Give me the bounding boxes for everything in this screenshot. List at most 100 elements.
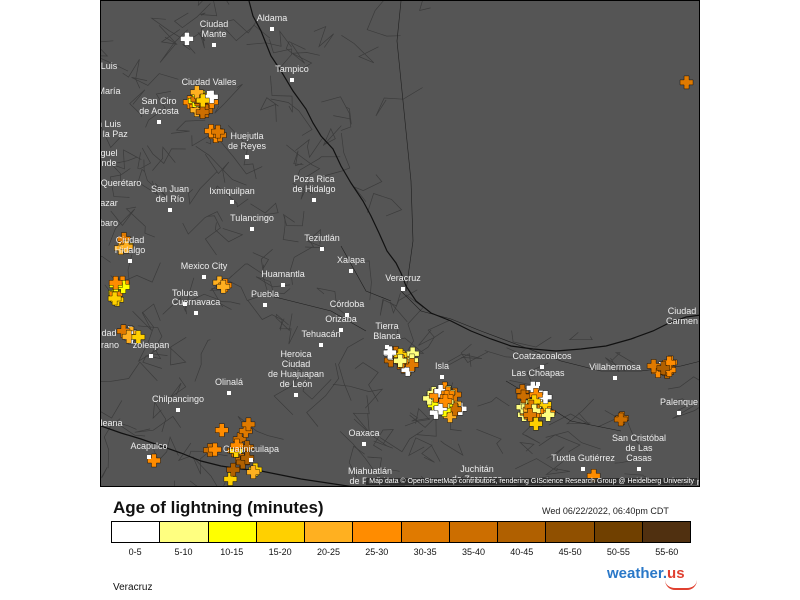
border-segment [191, 134, 212, 147]
border-segment [252, 249, 273, 271]
border-segment [333, 106, 352, 125]
border-segment [171, 119, 206, 134]
border-segment [322, 125, 342, 146]
city-label-orizaba: Orizaba [325, 314, 357, 324]
city-marker-poza-rica [312, 198, 316, 202]
border-segment [295, 137, 323, 159]
legend-swatch [160, 522, 209, 542]
border-segment [192, 456, 230, 486]
city-marker-tulancingo [250, 227, 254, 231]
legend-label: 5-10 [174, 547, 193, 557]
logo-text-main: weather. [607, 565, 668, 582]
city-label-villahermosa: Villahermosa [589, 362, 641, 372]
city-marker-huamantla [281, 283, 285, 287]
city-label-tierra-blanca: Tierra Blanca [373, 321, 401, 341]
lightning-strike [215, 423, 229, 437]
city-marker-tehuacan [319, 343, 323, 347]
border-segment [189, 480, 198, 486]
city-marker-tuxtla [581, 467, 585, 471]
city-label-ciudad-mante: Ciudad Mante [199, 19, 229, 39]
border-segment [101, 255, 111, 263]
border-segment [125, 206, 155, 238]
city-marker-huejutla [245, 155, 249, 159]
border-segment [158, 25, 180, 45]
border-segment [152, 146, 176, 171]
lightning-map: Ciudad Mante Aldama Tampico Ciudad Valles Sa… [100, 0, 700, 487]
city-label-san-juan-del-rio: San Juan del Río [150, 184, 190, 204]
border-segment [101, 467, 108, 479]
city-label-oaxaca: Oaxaca [348, 428, 380, 438]
city-label-guel: guel nde [100, 148, 118, 168]
city-label-isla: Isla [434, 361, 450, 371]
lightning-strike [180, 32, 194, 46]
city-marker-san-ciro [157, 120, 161, 124]
city-label-chilpancingo: Chilpancingo [151, 394, 205, 404]
city-marker-ciudad-hidalgo [128, 259, 132, 263]
border-segment [389, 289, 418, 323]
city-label-aldama: Aldama [256, 13, 288, 23]
road [400, 290, 522, 347]
border-segment [195, 146, 247, 186]
city-label-ciudad-hidalgo: Ciudad Hidalgo [114, 235, 146, 255]
city-marker-puebla [263, 303, 267, 307]
city-label-san-cristobal: San Cristóbal de Las Casas [611, 433, 667, 463]
border-segment [409, 414, 437, 437]
border-segment [134, 415, 181, 433]
border-segment [419, 1, 431, 11]
city-label-aleana: aleana [100, 418, 123, 428]
border-segment [204, 215, 221, 256]
city-label-san-luis-la-paz: n Luis de la Paz [101, 119, 128, 139]
border-segment [366, 1, 401, 37]
city-label-mexico-city: Mexico City [180, 261, 228, 271]
map-credit: Map data © OpenStreetMap contributors, r… [366, 478, 697, 485]
legend-swatch [546, 522, 595, 542]
city-label-dad: dad [101, 328, 117, 338]
legend-title: Age of lightning (minutes) [113, 498, 324, 517]
map-base [101, 1, 699, 486]
border-segment [200, 1, 218, 17]
border-segment [101, 361, 158, 383]
city-marker-villahermosa [613, 376, 617, 380]
legend-label: 55-60 [655, 547, 679, 557]
border-segment [379, 430, 424, 453]
city-label-huamantla: Huamantla [261, 269, 305, 279]
border-segment [282, 211, 305, 227]
legend-label: 30-35 [413, 547, 437, 557]
border-segment [159, 29, 188, 63]
border-segment [460, 343, 489, 363]
city-label-xalapa: Xalapa [336, 255, 366, 265]
border-segment [131, 73, 179, 86]
city-label-san-ciro: San Ciro de Acosta [139, 96, 179, 116]
legend-swatch [256, 522, 305, 542]
border-segment [405, 294, 424, 351]
legend-swatch [208, 522, 257, 542]
border-segment [358, 260, 372, 301]
city-marker-teziutlan [320, 247, 324, 251]
border-segment [293, 150, 304, 167]
city-marker-tampico [290, 78, 294, 82]
border-segment [313, 25, 334, 48]
border-segment [538, 434, 581, 453]
legend-swatch [642, 522, 690, 542]
city-marker-zoleapan [149, 354, 153, 358]
city-label-zoleapan: zoleapan [132, 340, 170, 350]
city-label-acapulco: Acapulco [130, 441, 168, 451]
legend-swatch [401, 522, 450, 542]
city-label-tulancingo: Tulancingo [230, 213, 274, 223]
city-marker-cuernavaca [194, 311, 198, 315]
legend-label: 45-50 [558, 547, 582, 557]
legend-swatch [594, 522, 643, 542]
city-marker-ciudad-valles [207, 91, 211, 95]
city-marker-ixmiquilpan [230, 200, 234, 204]
legend-color-bar [111, 521, 691, 543]
city-label-huejutla: Huejutla de Reyes [227, 131, 267, 151]
city-marker-ciudad-mante [212, 43, 216, 47]
city-label-ciudad-carmen: Ciudad Carmen [665, 306, 699, 326]
city-label-cuernavaca: Cuernavaca [171, 297, 221, 307]
city-marker-chilpancingo [176, 408, 180, 412]
border-segment [667, 376, 699, 390]
border-segment [194, 339, 211, 382]
city-marker-palenque [677, 411, 681, 415]
border-segment [352, 395, 370, 434]
legend-label: 40-45 [510, 547, 534, 557]
